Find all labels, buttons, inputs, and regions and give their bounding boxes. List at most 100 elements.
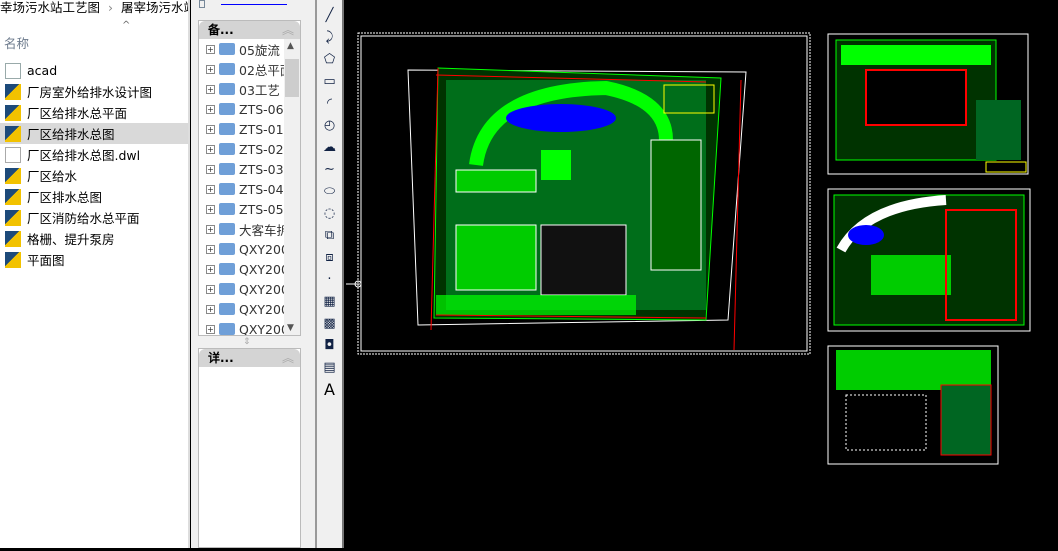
folder-name: ZTS-01 xyxy=(239,121,284,137)
column-header-name[interactable]: 名称 xyxy=(4,33,29,52)
folder-icon xyxy=(219,103,235,115)
expand-icon[interactable]: + xyxy=(206,264,215,274)
file-item[interactable]: acad xyxy=(0,60,188,81)
expand-icon[interactable]: + xyxy=(206,284,215,294)
folder-icon xyxy=(219,263,235,275)
info-icon xyxy=(199,0,205,8)
folder-icon xyxy=(219,143,235,155)
dwg-file-icon xyxy=(5,83,21,100)
table-icon[interactable]: ▤ xyxy=(317,356,342,378)
collapse-icon[interactable]: ︽ xyxy=(282,349,294,367)
folder-name: ZTS-06 xyxy=(239,101,284,117)
collapse-icon[interactable]: ︽ xyxy=(282,21,294,39)
arc-icon[interactable]: ◜ xyxy=(317,92,342,114)
file-name: 厂区给水 xyxy=(27,169,78,184)
dwg-file-icon xyxy=(5,167,21,184)
folder-icon xyxy=(219,323,235,335)
panel-header[interactable]: 详... ︽ xyxy=(199,349,300,367)
file-item[interactable]: 厂区给排水总图.dwl xyxy=(0,144,188,165)
layout-thumbnail-3 xyxy=(827,345,999,465)
region-icon[interactable]: ◘ xyxy=(317,334,342,356)
layout-thumbnail-1 xyxy=(827,33,1029,175)
expand-icon[interactable]: + xyxy=(206,244,215,254)
expand-icon[interactable]: + xyxy=(206,64,215,74)
make-block-icon[interactable]: ⧈ xyxy=(317,246,342,268)
folder-name: QXY200 xyxy=(239,241,289,257)
folder-name: 05旋流 xyxy=(239,42,280,58)
expand-icon[interactable]: + xyxy=(206,324,215,334)
rectangle-icon[interactable]: ▭ xyxy=(317,70,342,92)
folder-icon xyxy=(219,303,235,315)
expand-icon[interactable]: + xyxy=(206,104,215,114)
expand-icon[interactable]: + xyxy=(206,224,215,234)
expand-icon[interactable]: + xyxy=(206,144,215,154)
expand-icon[interactable]: + xyxy=(206,184,215,194)
revcloud-icon[interactable]: ☁ xyxy=(317,136,342,158)
folder-name: QXY200 xyxy=(239,301,289,317)
file-item[interactable]: 厂区给水 xyxy=(0,165,188,186)
fas-file-icon xyxy=(5,62,21,79)
scroll-down-icon[interactable]: ▼ xyxy=(287,323,294,333)
expand-icon[interactable]: + xyxy=(206,304,215,314)
file-item[interactable]: 厂区消防给水总平面 xyxy=(0,207,188,228)
file-item[interactable]: 厂房室外给排水设计图 xyxy=(0,81,188,102)
folder-name: 03工艺 xyxy=(239,82,280,98)
folder-name: QXY200 xyxy=(239,281,289,297)
folder-tree: +05旋流 +02总平面 +03工艺 + ZTS-06 + ZTS-01 + ZTS-02 + ZT… xyxy=(199,39,300,335)
dwg-file-icon xyxy=(5,251,21,268)
folder-icon xyxy=(219,43,235,55)
splitter[interactable] xyxy=(188,0,190,548)
file-item[interactable]: 厂区给排水总图 xyxy=(0,123,188,144)
ellipse-icon[interactable]: ⬭ xyxy=(317,180,342,202)
file-name: 厂区消防给水总平面 xyxy=(27,211,140,226)
resize-handle-icon[interactable]: ⇕ xyxy=(243,337,251,347)
dwg-file-icon xyxy=(5,104,21,121)
polygon-icon[interactable]: ⬠ xyxy=(317,48,342,70)
expand-icon[interactable]: + xyxy=(206,44,215,54)
cad-drawing-canvas[interactable] xyxy=(346,0,1058,548)
folder-name: ZTS-02 xyxy=(239,141,284,157)
file-name: 厂区给排水总图.dwl xyxy=(27,148,141,163)
folder-icon xyxy=(219,243,235,255)
design-center-palette: 备... ︽ +05旋流 +02总平面 +03工艺 + ZTS-06 + ZTS-01 + ZTS… xyxy=(191,0,315,548)
expand-icon[interactable]: + xyxy=(206,164,215,174)
polyline-icon[interactable]: ⤸ xyxy=(317,26,342,48)
breadcrumb-item[interactable]: 屠宰场污水站 xyxy=(121,0,190,15)
panel-header[interactable]: 备... ︽ xyxy=(199,21,300,39)
scroll-thumb[interactable] xyxy=(285,59,299,97)
folder-icon xyxy=(219,83,235,95)
expand-icon[interactable]: + xyxy=(206,84,215,94)
breadcrumb-item[interactable]: 幸场污水站工艺图 xyxy=(0,0,100,15)
point-icon[interactable]: · xyxy=(317,268,342,290)
draw-toolbar: ╱ ⤸ ⬠ ▭ ◜ ◴ ☁ ∼ ⬭ ◌ ⧉ ⧈ · ▦ ▩ ◘ ▤ A xyxy=(315,0,344,548)
file-list: acad 厂房室外给排水设计图 厂区给排水总平面厂区给排水总图厂区给排水总图.dwl… xyxy=(0,60,188,270)
line-icon[interactable]: ╱ xyxy=(317,4,342,26)
scrollbar[interactable]: ▲ ▼ xyxy=(284,39,300,335)
drawing-view xyxy=(346,32,1031,465)
folder-name: 大客车拆 xyxy=(239,222,290,238)
file-item[interactable]: 格栅、提升泵房 xyxy=(0,228,188,249)
hatch-icon[interactable]: ▦ xyxy=(317,290,342,312)
dwg-file-icon xyxy=(5,188,21,205)
folder-name: ZTS-05 xyxy=(239,201,284,217)
help-link[interactable] xyxy=(221,4,287,5)
file-name: 厂区给排水总图 xyxy=(27,127,115,142)
ellipse-arc-icon[interactable]: ◌ xyxy=(317,202,342,224)
scroll-up-icon[interactable]: ▲ xyxy=(287,41,294,51)
circle-icon[interactable]: ◴ xyxy=(317,114,342,136)
gradient-icon[interactable]: ▩ xyxy=(317,312,342,334)
file-item[interactable]: 平面图 xyxy=(0,249,188,270)
file-item[interactable]: 厂区给排水总平面 xyxy=(0,102,188,123)
folder-icon xyxy=(219,163,235,175)
expand-icon[interactable]: + xyxy=(206,204,215,214)
expand-icon[interactable]: + xyxy=(206,124,215,134)
insert-block-icon[interactable]: ⧉ xyxy=(317,224,342,246)
panel-title: 详... xyxy=(208,351,234,365)
breadcrumb: 幸场污水站工艺图 › 屠宰场污水站 xyxy=(0,0,190,20)
panel-title: 备... xyxy=(208,23,234,37)
folder-icon xyxy=(219,203,235,215)
folder-icon xyxy=(219,223,235,235)
file-item[interactable]: 厂区排水总图 xyxy=(0,186,188,207)
spline-icon[interactable]: ∼ xyxy=(317,158,342,180)
multiline-text-icon[interactable]: A xyxy=(317,378,342,400)
